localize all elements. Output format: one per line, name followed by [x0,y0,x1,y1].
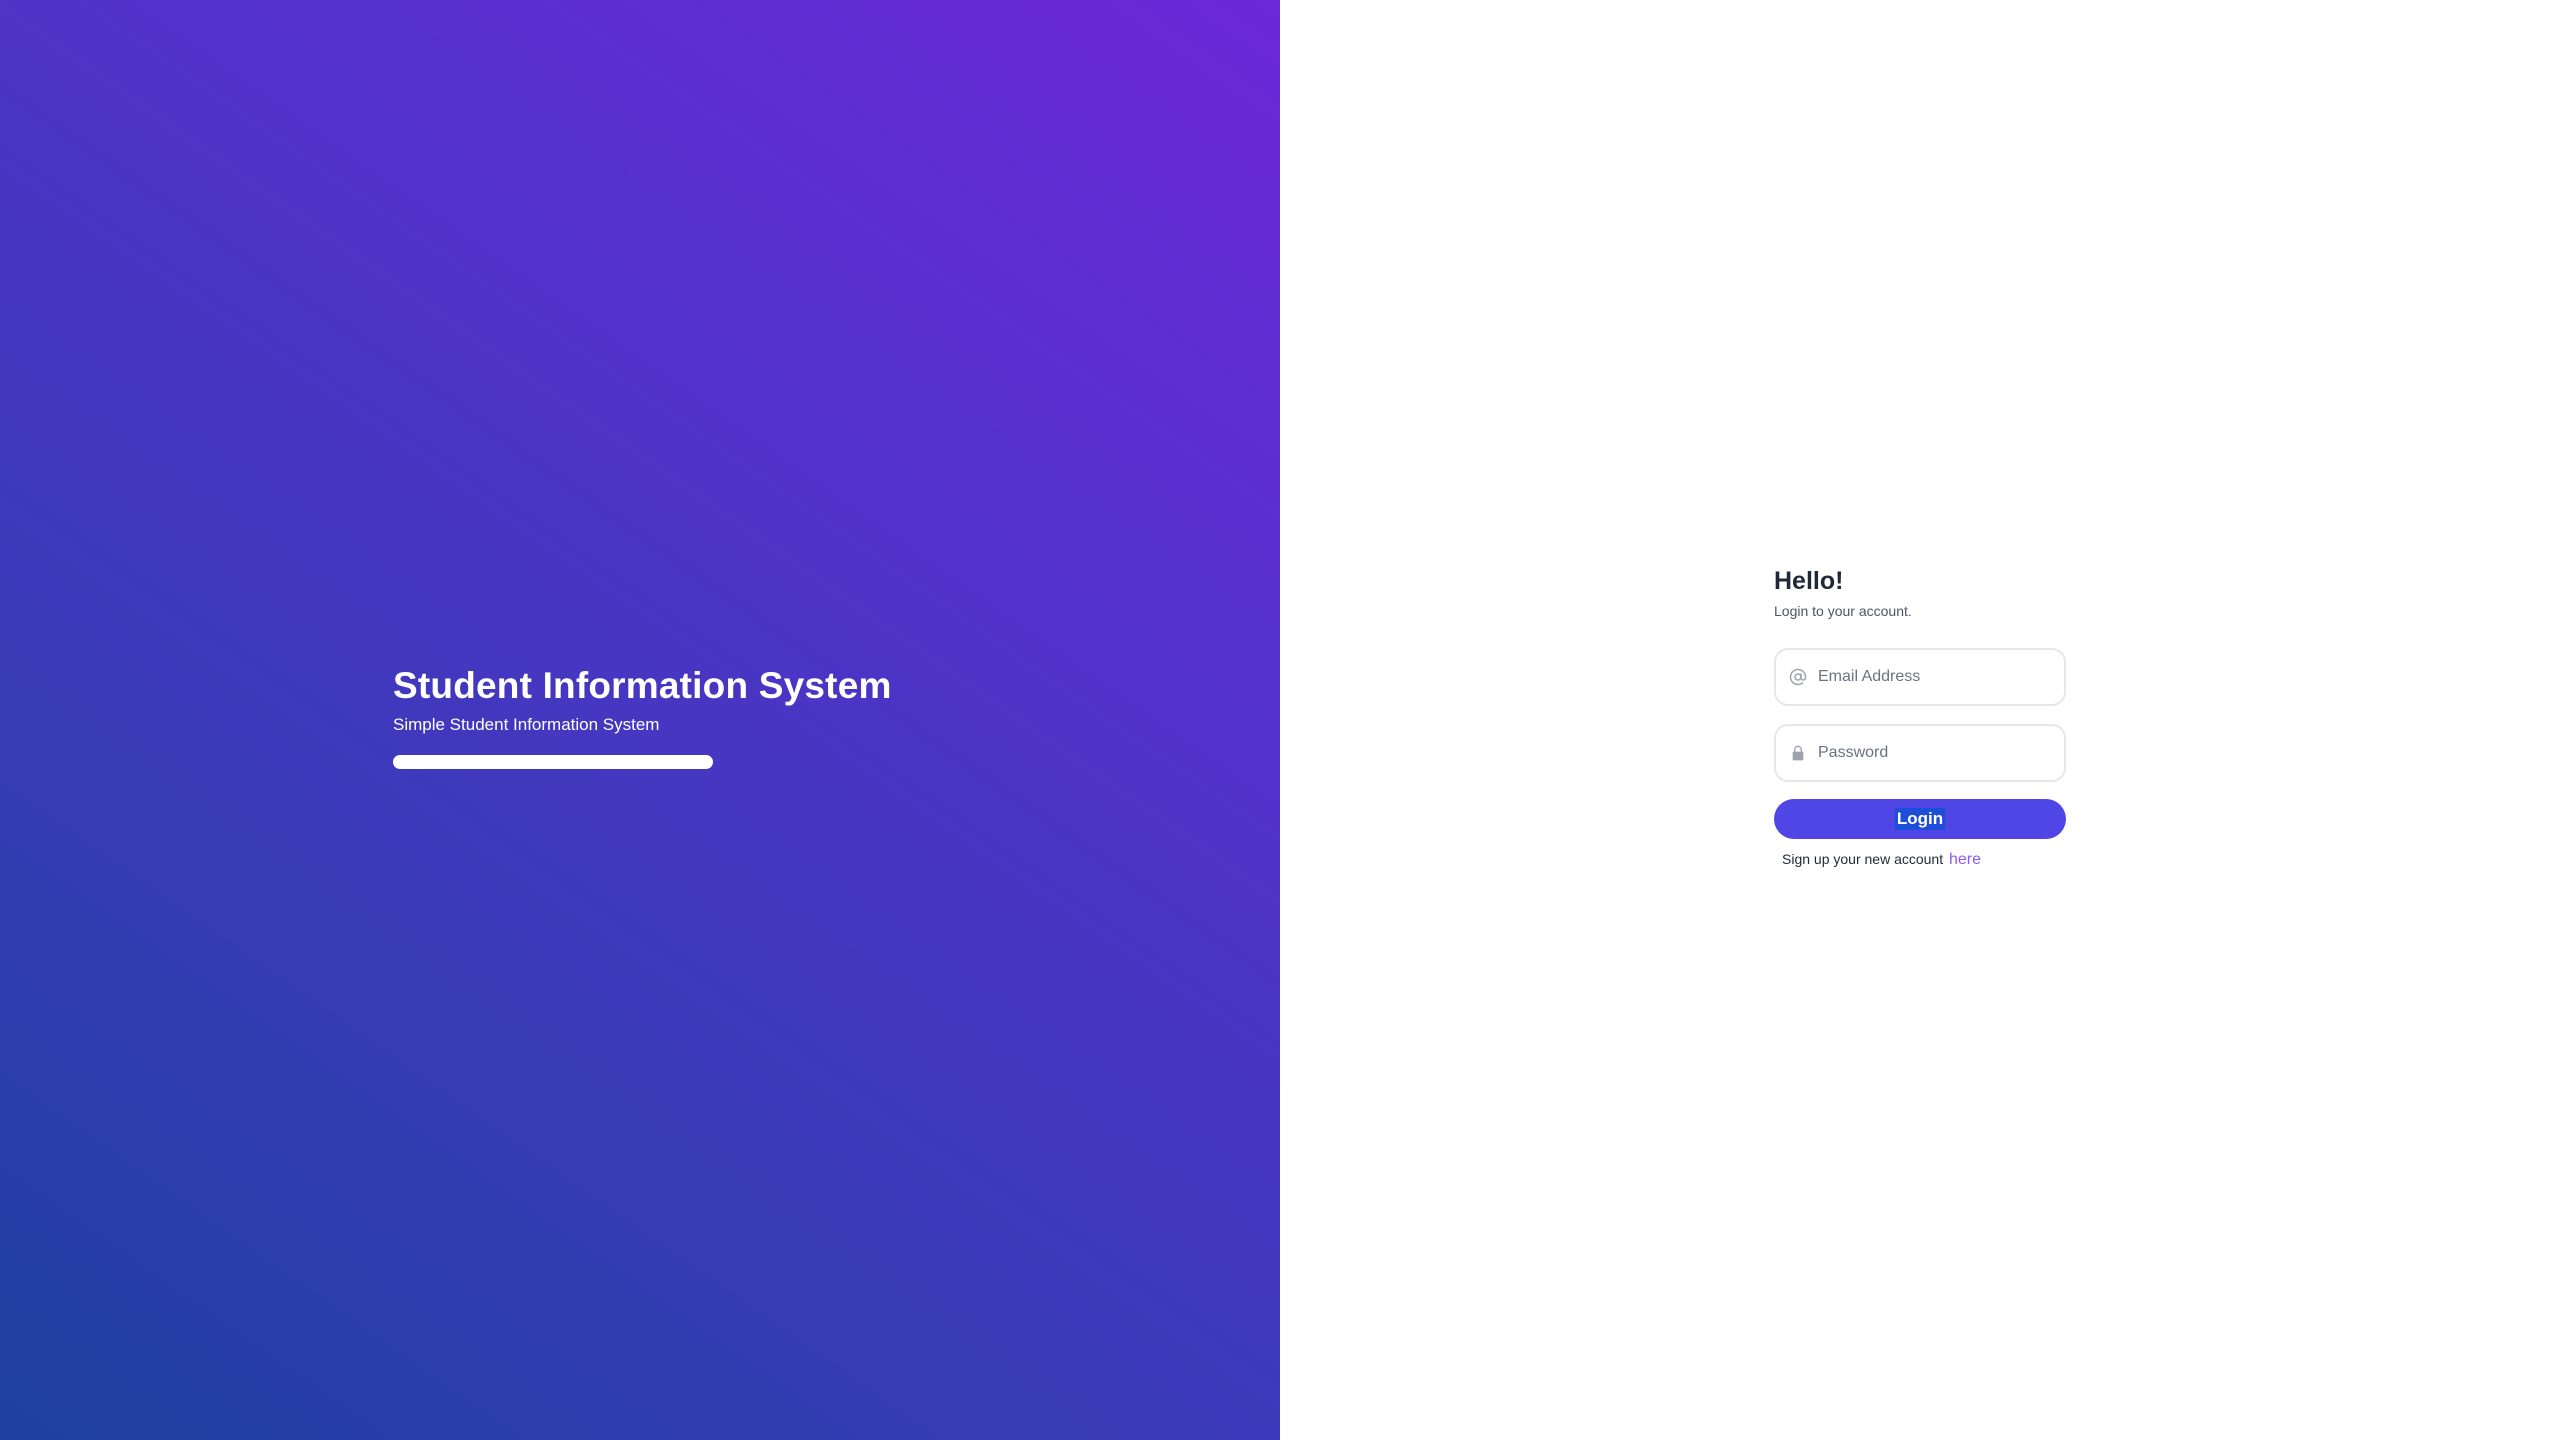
signup-text: Sign up your new account [1782,851,1944,867]
brand-block: Student Information System Simple Studen… [393,664,892,769]
greeting-subtitle: Login to your account. [1774,603,1912,619]
branding-panel: Student Information System Simple Studen… [0,0,1280,1440]
at-icon [1776,668,1818,686]
lock-icon [1776,744,1818,762]
password-field-container [1774,724,2066,782]
decorative-bar [393,755,713,769]
login-panel: Hello! Login to your account. Email Addr… [1280,0,2560,1440]
login-button-label: Login [1894,808,1946,830]
password-input[interactable] [1818,726,2064,780]
greeting-heading: Hello! [1774,567,1844,595]
app-subtitle: Simple Student Information System [393,715,660,734]
login-button[interactable]: Login [1774,799,2066,839]
email-input[interactable] [1818,650,2064,704]
signup-prompt: Sign up your new account here [1782,849,2066,870]
app-title: Student Information System [393,665,892,706]
email-field-container [1774,648,2066,706]
login-form: Hello! Login to your account. Email Addr… [1774,564,2066,870]
signup-link[interactable]: here [1949,851,1981,868]
login-page: Student Information System Simple Studen… [0,0,2560,1440]
